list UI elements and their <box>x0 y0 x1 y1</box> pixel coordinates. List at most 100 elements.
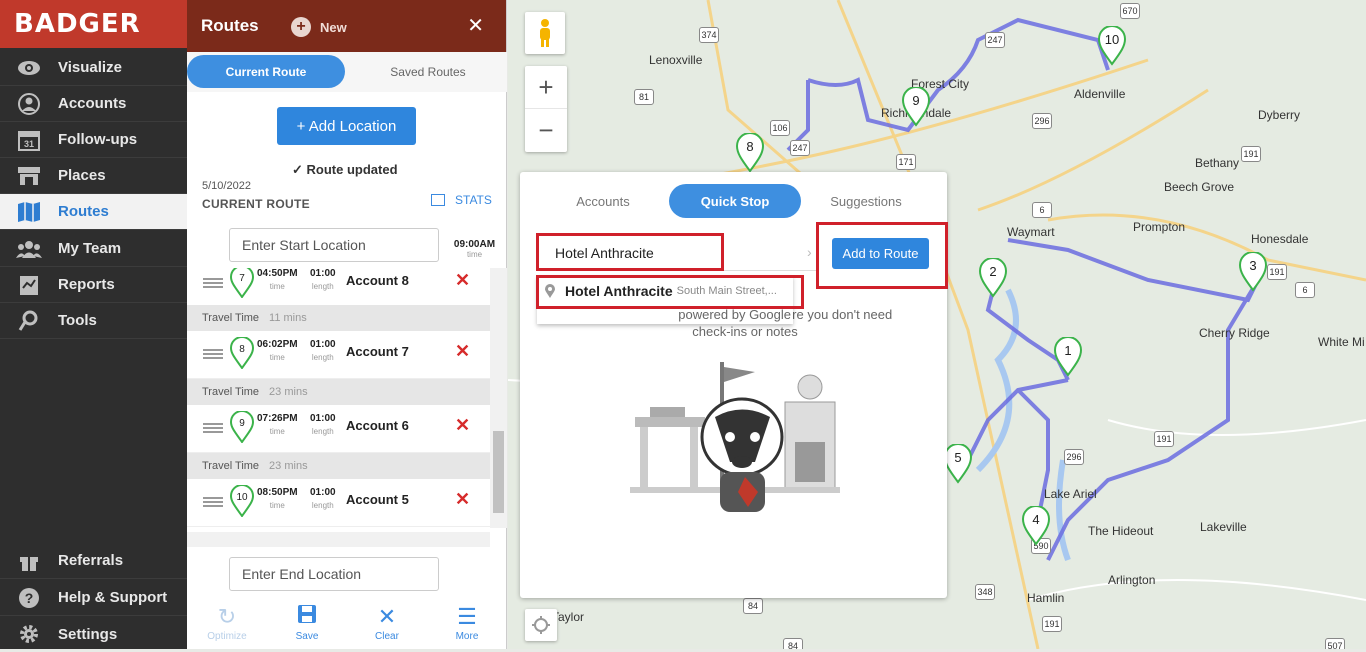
stop-time[interactable]: 08:50PM time <box>257 487 298 510</box>
panel-title: Routes <box>201 16 259 35</box>
clear-label: Clear <box>375 631 399 642</box>
stop-account-name[interactable]: Account 5 <box>346 492 409 507</box>
nav-item-followups[interactable]: 31 Follow-ups <box>0 122 187 158</box>
travel-time-row: Travel Time 23 mins <box>187 453 490 479</box>
map-marker[interactable]: 2 <box>978 257 1008 303</box>
place-label: Waymart <box>1007 225 1055 239</box>
scrollbar-thumb[interactable] <box>493 431 504 513</box>
svg-text:8: 8 <box>239 344 245 355</box>
nav-item-visualize[interactable]: Visualize <box>0 50 187 86</box>
travel-label: Travel Time <box>202 312 260 324</box>
nav-item-label: Follow-ups <box>58 131 138 148</box>
stop-time-value: 06:02PM <box>257 339 298 350</box>
tab-quick-stop[interactable]: Quick Stop <box>669 184 801 218</box>
stop-account-name[interactable]: Account 7 <box>346 344 409 359</box>
stats-label: STATS <box>455 193 492 207</box>
nav-item-routes[interactable]: Routes <box>0 194 187 230</box>
team-icon <box>16 238 42 260</box>
badger-logo[interactable]: BADGER <box>0 0 187 48</box>
nav-item-label: Help & Support <box>58 589 168 606</box>
close-icon[interactable]: ✕ <box>467 13 484 38</box>
stop-time[interactable]: 04:50PM time <box>257 268 298 291</box>
clear-button[interactable]: ✕ Clear <box>347 596 427 649</box>
drag-handle-icon[interactable] <box>203 349 223 359</box>
start-time-caption: time <box>466 250 483 259</box>
new-route-button[interactable]: + New <box>291 17 347 37</box>
list-scrollbar[interactable] <box>490 268 507 528</box>
nav-item-referrals[interactable]: Referrals <box>0 543 187 579</box>
stats-button[interactable]: STATS <box>431 193 492 207</box>
zoom-in-button[interactable]: + <box>525 66 567 109</box>
check-icon: ✓ <box>292 162 303 177</box>
list-item[interactable]: 7 04:50PM time 01:00 length Account 8 ✕ <box>187 268 490 308</box>
highlight-frame <box>816 222 948 289</box>
travel-value: 23 mins <box>269 386 308 398</box>
remove-stop-icon[interactable]: ✕ <box>455 415 470 436</box>
list-item[interactable]: 10 08:50PM time 01:00 length Account 5 ✕ <box>187 479 490 527</box>
remove-stop-icon[interactable]: ✕ <box>455 270 470 291</box>
place-label: Lake Ariel <box>1044 487 1097 501</box>
place-label: Beech Grove <box>1164 180 1235 194</box>
nav-item-places[interactable]: Places <box>0 158 187 194</box>
list-item[interactable]: 9 07:26PM time 01:00 length Account 6 ✕ <box>187 405 490 453</box>
nav-item-settings[interactable]: Settings <box>0 616 187 652</box>
nav-item-label: My Team <box>58 240 122 257</box>
route-date: 5/10/2022 <box>202 180 251 192</box>
remove-stop-icon[interactable]: ✕ <box>455 341 470 362</box>
stop-length[interactable]: 01:00 length <box>310 487 336 510</box>
drag-handle-icon[interactable] <box>203 497 223 507</box>
map-marker[interactable]: 10 <box>1097 25 1127 71</box>
map-marker[interactable]: 1 <box>1053 336 1083 382</box>
road-shield: 191 <box>1267 264 1287 280</box>
start-time[interactable]: 09:00AM time <box>452 239 497 259</box>
travel-label: Travel Time <box>202 386 260 398</box>
place-label: Dyberry <box>1258 108 1301 122</box>
stop-account-name[interactable]: Account 8 <box>346 273 409 288</box>
svg-text:10: 10 <box>1105 32 1119 47</box>
map-marker[interactable]: 3 <box>1238 251 1268 297</box>
new-label: New <box>320 19 347 35</box>
remove-stop-icon[interactable]: ✕ <box>455 489 470 510</box>
place-label: Aldenville <box>1074 87 1126 101</box>
road-shield: 171 <box>896 154 916 170</box>
help-icon: ? <box>16 587 42 609</box>
highlight-frame <box>536 233 724 271</box>
nav-item-my-team[interactable]: My Team <box>0 231 187 267</box>
start-location-input[interactable]: Enter Start Location <box>229 228 439 262</box>
place-label: Cherry Ridge <box>1199 326 1270 340</box>
stop-length[interactable]: 01:00 length <box>310 413 336 436</box>
optimize-button[interactable]: ↻ Optimize <box>187 596 267 649</box>
stop-account-name[interactable]: Account 6 <box>346 418 409 433</box>
map-marker[interactable]: 9 <box>901 86 931 132</box>
stop-time[interactable]: 07:26PM time <box>257 413 298 436</box>
tab-suggestions[interactable]: Suggestions <box>821 184 911 218</box>
stop-length[interactable]: 01:00 length <box>310 268 336 291</box>
zoom-control: + − <box>525 66 567 152</box>
tab-accounts[interactable]: Accounts <box>560 184 646 218</box>
add-location-button[interactable]: + Add Location <box>277 107 416 145</box>
route-status-text: Route updated <box>306 162 398 177</box>
drag-handle-icon[interactable] <box>203 278 223 288</box>
nav-item-accounts[interactable]: Accounts <box>0 86 187 122</box>
drag-handle-icon[interactable] <box>203 423 223 433</box>
list-item[interactable]: 8 06:02PM time 01:00 length Account 7 ✕ <box>187 331 490 379</box>
stop-length[interactable]: 01:00 length <box>310 339 336 362</box>
map-marker[interactable]: 5 <box>943 443 973 489</box>
zoom-out-button[interactable]: − <box>525 109 567 152</box>
routes-panel: Routes + New ✕ Current Route Saved Routes… <box>187 0 507 649</box>
locate-me-icon[interactable] <box>525 609 557 641</box>
badger-mascot-illustration <box>630 362 840 512</box>
nav-item-reports[interactable]: Reports <box>0 267 187 303</box>
map-marker[interactable]: 4 <box>1021 505 1051 551</box>
save-button[interactable]: Save <box>267 596 347 649</box>
more-button[interactable]: ☰ More <box>427 596 507 649</box>
street-view-icon[interactable] <box>525 12 565 54</box>
nav-item-help[interactable]: ? Help & Support <box>0 580 187 616</box>
nav-item-tools[interactable]: Tools <box>0 303 187 339</box>
tab-current-route[interactable]: Current Route <box>187 55 345 88</box>
tab-saved-routes[interactable]: Saved Routes <box>349 55 507 88</box>
stop-time[interactable]: 06:02PM time <box>257 339 298 362</box>
horizontal-scrollbar[interactable] <box>187 532 490 547</box>
nav-item-label: Tools <box>58 312 97 329</box>
end-location-input[interactable]: Enter End Location <box>229 557 439 591</box>
